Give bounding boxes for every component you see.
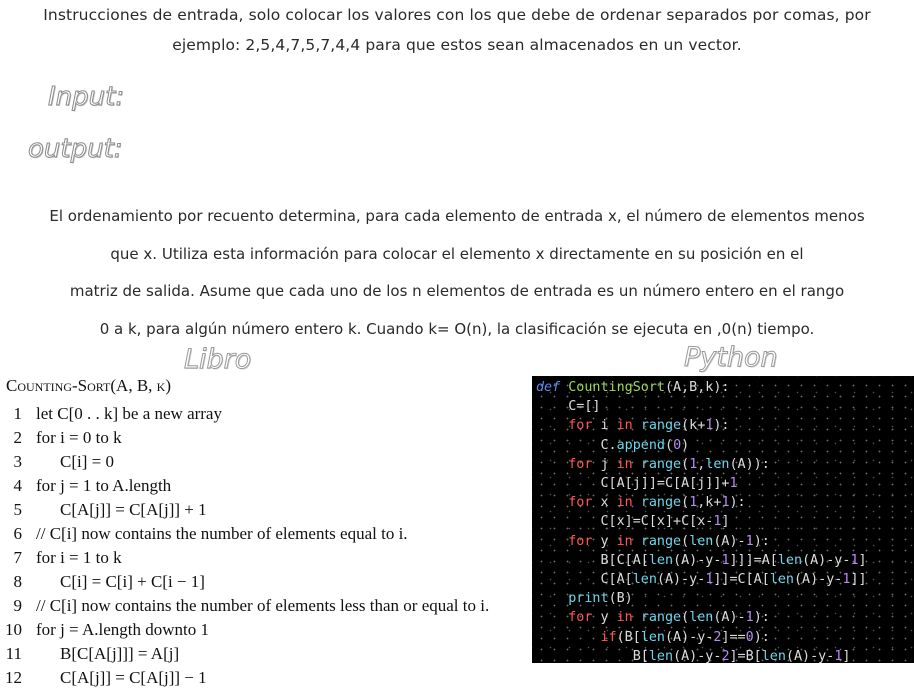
python-code-line: C=[] bbox=[536, 399, 601, 415]
pseudocode-line: 6 // C[i] now contains the number of elem… bbox=[0, 522, 408, 546]
line-number: 6 bbox=[13, 524, 23, 543]
line-text: // C[i] now contains the number of eleme… bbox=[36, 524, 408, 543]
python-code-line: C[A[len(A)-y-1]]=C[A[len(A)-y-1]] bbox=[536, 572, 867, 587]
python-code-line: if(B[len(A)-y-2]==0): bbox=[600, 629, 770, 645]
pseudocode-line: 4 for j = 1 to A.length bbox=[0, 474, 172, 498]
line-number: 9 bbox=[13, 596, 23, 615]
python-code-line: C[A[j]]=C[A[j]]+1 bbox=[536, 476, 738, 491]
pseudocode-line: 9 // C[i] now contains the number of elem… bbox=[0, 594, 490, 618]
line-text: C[i] = C[i] + C[i − 1] bbox=[60, 572, 205, 591]
line-number: 10 bbox=[5, 620, 22, 639]
line-text: C[i] = 0 bbox=[60, 452, 114, 471]
description-line-2: que x. Utiliza esta información para col… bbox=[110, 244, 804, 263]
line-text: for j = 1 to A.length bbox=[36, 476, 172, 495]
line-text: // C[i] now contains the number of eleme… bbox=[36, 596, 490, 615]
line-text: for i = 0 to k bbox=[36, 428, 122, 447]
line-text: C[A[j]] = C[A[j]] − 1 bbox=[60, 668, 207, 687]
input-field[interactable] bbox=[135, 80, 839, 116]
line-number: 3 bbox=[13, 452, 23, 471]
line-number: 7 bbox=[13, 548, 23, 567]
python-code-line: print(B) bbox=[568, 591, 633, 607]
line-text: B[C[A[j]]] = A[j] bbox=[60, 644, 180, 663]
python-code-line: B[len(A)-y-2]=B[len(A)-y-1] bbox=[536, 648, 851, 663]
line-text: let C[0 . . k] be a new array bbox=[36, 404, 222, 423]
book-pseudocode: Counting-Sort(A, B, k) 1 let C[0 . . k] b… bbox=[0, 374, 532, 687]
line-number: 2 bbox=[13, 428, 23, 447]
python-heading: Python bbox=[684, 342, 779, 374]
output-label: output: bbox=[28, 134, 124, 165]
line-number: 12 bbox=[5, 668, 22, 687]
description-line-3: matriz de salida. Asume que cada uno de … bbox=[69, 282, 845, 300]
python-code-line: C[x]=C[x]+C[x-1] bbox=[536, 514, 730, 530]
pseudocode-line: 12 C[A[j]] = C[A[j]] − 1 bbox=[0, 666, 207, 690]
line-number: 11 bbox=[5, 644, 22, 663]
description: El ordenamiento por recuento determina, … bbox=[0, 198, 914, 348]
input-label: Input: bbox=[47, 82, 125, 113]
line-number: 4 bbox=[13, 476, 23, 495]
output-field[interactable] bbox=[135, 132, 839, 168]
book-heading: Libro bbox=[183, 344, 252, 376]
pseudocode-line: 5 C[A[j]] = C[A[j]] + 1 bbox=[0, 498, 207, 522]
python-code-line: for y in range(len(A)-1): bbox=[568, 610, 770, 626]
python-code-line: for j in range(1,len(A)): bbox=[568, 456, 770, 472]
line-number: 1 bbox=[13, 404, 23, 423]
python-code-line: for y in range(len(A)-1): bbox=[568, 533, 770, 549]
pseudocode-line: 2 for i = 0 to k bbox=[0, 426, 122, 450]
python-code-line: def CountingSort(A,B,k): bbox=[536, 380, 730, 395]
instructions: Instrucciones de entrada, solo colocar l… bbox=[0, 0, 914, 60]
pseudocode-line: 7 for i = 1 to k bbox=[0, 546, 122, 570]
line-text: C[A[j]] = C[A[j]] + 1 bbox=[60, 500, 207, 519]
python-code-line: C.append(0) bbox=[536, 437, 690, 453]
pseudocode-line: 3 C[i] = 0 bbox=[0, 450, 114, 474]
line-text: for i = 1 to k bbox=[36, 548, 122, 567]
instructions-line-2: ejemplo: 2,5,4,7,5,7,4,4 para que estos … bbox=[172, 36, 742, 54]
pseudocode-line: 8 C[i] = C[i] + C[i − 1] bbox=[0, 570, 205, 594]
pseudocode-line: 1 let C[0 . . k] be a new array bbox=[0, 402, 222, 426]
description-line-1: El ordenamiento por recuento determina, … bbox=[49, 207, 865, 225]
pseudocode-line: 10 for j = A.length downto 1 bbox=[0, 618, 209, 642]
instructions-line-1: Instrucciones de entrada, solo colocar l… bbox=[43, 6, 871, 24]
line-number: 5 bbox=[13, 500, 23, 519]
python-code-line: for x in range(1,k+1): bbox=[568, 495, 746, 511]
python-code-block: def CountingSort(A,B,k): C=[] for i in r… bbox=[532, 376, 914, 663]
line-number: 8 bbox=[13, 572, 23, 591]
line-text: for j = A.length downto 1 bbox=[36, 620, 209, 639]
pseudocode-title: Counting-Sort(A, B, k) bbox=[6, 376, 171, 395]
python-code-line: for i in range(k+1): bbox=[568, 418, 730, 434]
python-code-line: B[C[A[len(A)-y-1]]]=A[len(A)-y-1] bbox=[536, 552, 867, 568]
pseudocode-line: 11 B[C[A[j]]] = A[j] bbox=[0, 642, 180, 666]
